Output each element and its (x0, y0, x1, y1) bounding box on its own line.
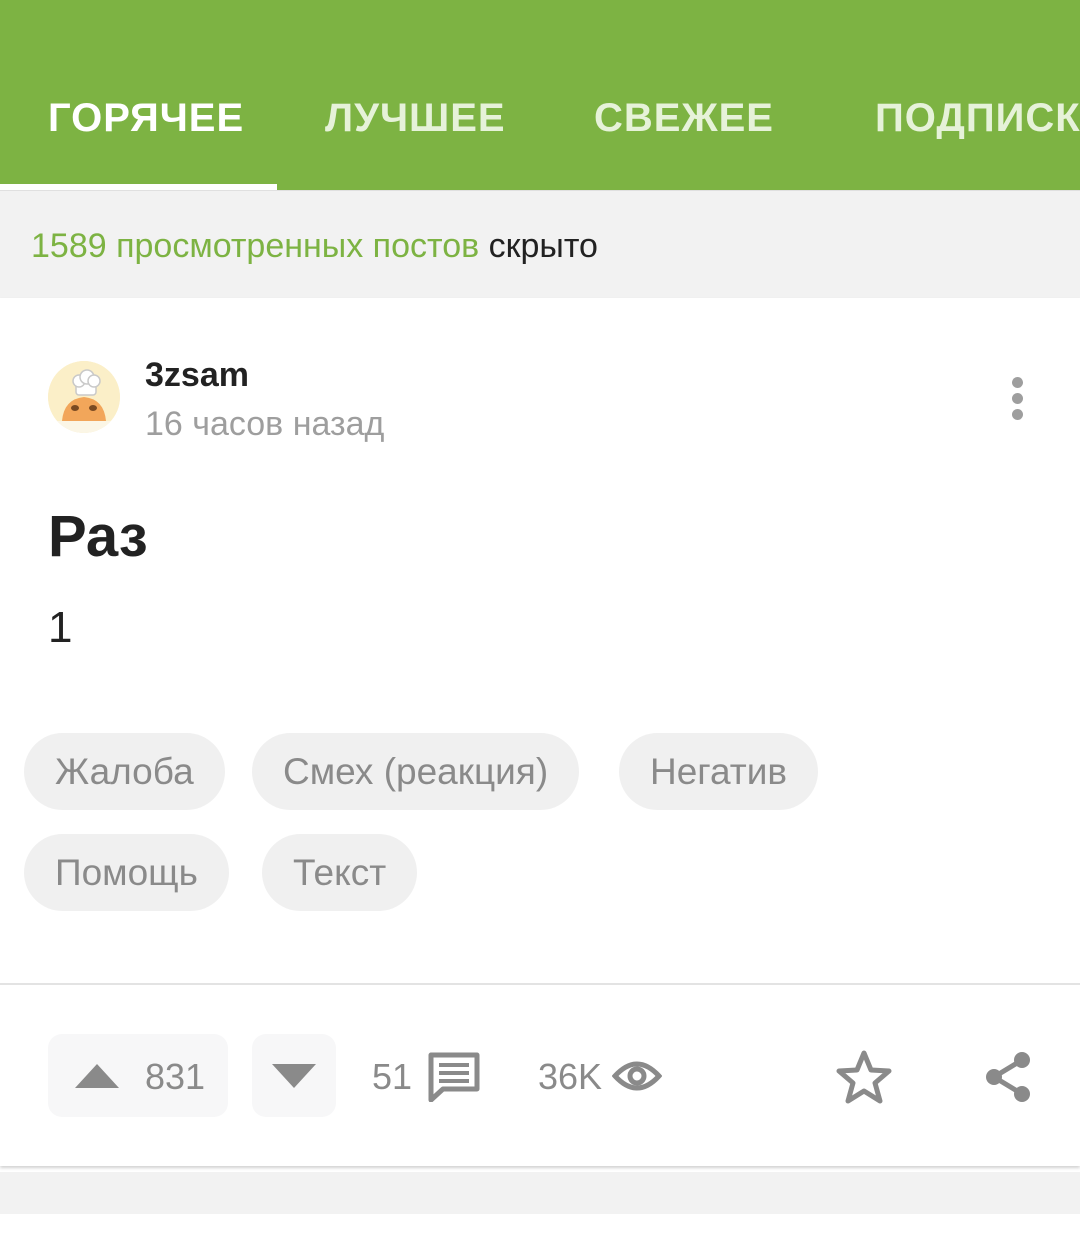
tag-complaint[interactable]: Жалоба (24, 733, 225, 810)
tag-text[interactable]: Текст (262, 834, 418, 911)
hidden-posts-text: 1589 просмотренных постов скрыто (31, 227, 598, 266)
post-time: 16 часов назад (145, 405, 385, 443)
avatar-image (48, 361, 120, 433)
rating-count: 831 (145, 1056, 206, 1097)
downvote-button[interactable] (252, 1034, 336, 1117)
tag-laughter-reaction[interactable]: Смех (реакция) (252, 733, 580, 810)
triangle-down-icon (272, 1064, 316, 1088)
star-icon[interactable] (836, 1050, 892, 1104)
share-icon[interactable] (982, 1050, 1034, 1104)
author-name[interactable]: 3zsam (145, 356, 249, 395)
tab-best[interactable]: ЛУЧШЕЕ (325, 96, 506, 141)
views-count: 36K (538, 1056, 603, 1097)
comment-icon[interactable] (428, 1052, 480, 1102)
tag-help[interactable]: Помощь (24, 834, 229, 911)
more-vertical-icon (1012, 377, 1023, 388)
feed-separator (0, 1172, 1080, 1214)
comments-count[interactable]: 51 (372, 1056, 412, 1098)
tab-subscriptions[interactable]: ПОДПИСКИ (875, 96, 1080, 141)
avatar[interactable] (48, 361, 120, 433)
eye-icon (612, 1061, 662, 1091)
more-options-button[interactable] (1000, 373, 1034, 423)
tab-hot[interactable]: ГОРЯЧЕЕ (48, 96, 244, 141)
tab-fresh[interactable]: СВЕЖЕЕ (594, 96, 774, 141)
triangle-up-icon (75, 1064, 119, 1088)
hidden-posts-status: скрыто (488, 227, 598, 265)
hidden-posts-count[interactable]: 1589 просмотренных постов (31, 227, 479, 265)
top-tab-bar: ГОРЯЧЕЕ ЛУЧШЕЕ СВЕЖЕЕ ПОДПИСКИ (0, 0, 1080, 190)
tag-negative[interactable]: Негатив (619, 733, 819, 810)
upvote-button[interactable]: 831 (48, 1034, 228, 1117)
hidden-posts-bar[interactable]: 1589 просмотренных постов скрыто (0, 190, 1080, 298)
post-card: 3zsam 16 часов назад Раз 1 Жалоба Смех (… (0, 298, 1080, 1166)
divider (0, 983, 1080, 985)
post-body: 1 (48, 603, 73, 652)
post-title[interactable]: Раз (48, 503, 148, 570)
